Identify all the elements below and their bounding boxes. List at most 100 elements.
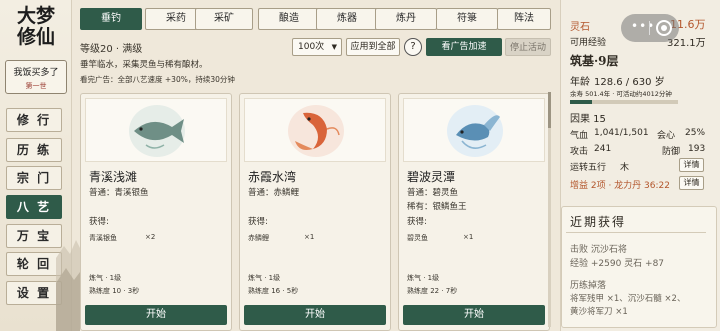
more-icon[interactable]: •••	[631, 19, 655, 33]
tab-mining[interactable]: 采矿	[195, 8, 253, 30]
recent-line-2: 经验 +2590 灵石 +87	[570, 259, 665, 269]
recent-line-4: 将军残甲 ×1、沉沙石髓 ×2、	[570, 294, 686, 304]
atk-value: 241	[594, 144, 612, 154]
card-proficiency: 熟练度 16 · 5秒	[248, 287, 299, 295]
card-gain-item: 碧灵鱼	[407, 234, 428, 242]
qi-value: 1,041/1,501	[594, 128, 649, 138]
card-req-level: 炼气 · 1级	[248, 274, 281, 282]
card-gain-qty: ×1	[304, 233, 315, 241]
card-gain-label: 获得:	[89, 217, 109, 227]
card-image	[244, 98, 386, 162]
help-icon[interactable]: ?	[404, 38, 422, 56]
card-proficiency: 熟练度 10 · 3秒	[89, 287, 140, 295]
card-normal-catch: 普通：赤鳞鲤	[248, 188, 300, 198]
scrollbar-thumb[interactable]	[548, 92, 551, 128]
life-progress-fill	[570, 100, 592, 104]
sidebar-item-sect[interactable]: 宗 门	[6, 166, 62, 190]
stop-activity-button[interactable]: 停止活动	[505, 38, 551, 56]
card-gain-label: 获得:	[407, 217, 427, 227]
mountain-decoration	[56, 240, 80, 331]
card-title: 碧波灵潭	[407, 170, 456, 184]
app-logo: 大梦 修仙	[6, 6, 66, 54]
divider	[566, 232, 706, 233]
recent-line-3: 历练掉落	[570, 281, 607, 291]
atk-label: 攻击	[570, 147, 589, 157]
sidebar-item-reincarnation[interactable]: 轮 回	[6, 252, 62, 276]
card-normal-catch: 普通：碧灵鱼	[407, 188, 459, 198]
card-rare-catch: 稀有：银鳞鱼王	[407, 202, 467, 212]
qi-label: 气血	[570, 131, 589, 141]
count-select[interactable]: 100次 ▼	[292, 38, 342, 56]
buff-detail-button[interactable]: 详情	[679, 176, 704, 190]
life-progress-bar	[570, 100, 678, 104]
def-label: 防御	[662, 147, 681, 157]
age-value: 128.6 / 630 岁	[594, 77, 665, 88]
watch-ad-button[interactable]: 看广告加速	[426, 38, 502, 56]
fishing-card-chixia: 赤霞水湾 普通：赤鳞鲤 获得: 赤鳞鲤 ×1 炼气 · 1级 熟练度 16 · …	[239, 93, 391, 331]
tab-talisman[interactable]: 符箓	[436, 8, 498, 30]
sidebar-item-settings[interactable]: 设 置	[6, 281, 62, 305]
sidebar-item-treasure[interactable]: 万 宝	[6, 224, 62, 248]
scrollbar[interactable]	[548, 92, 551, 327]
card-normal-catch: 普通：青溪银鱼	[89, 188, 149, 198]
tab-forging[interactable]: 炼器	[316, 8, 378, 30]
crit-value: 25%	[685, 128, 706, 138]
card-gain-label: 获得:	[248, 217, 268, 227]
tab-fishing[interactable]: 垂钓	[80, 8, 142, 30]
card-gain-item: 青溪银鱼	[89, 234, 117, 242]
recent-line-1: 击败 沉沙石将	[570, 245, 627, 255]
miniprogram-capsule[interactable]: •••	[621, 14, 679, 42]
age-label: 年龄	[570, 77, 590, 88]
recent-gains-title: 近期获得	[570, 215, 627, 229]
blue-fish-icon	[447, 105, 503, 157]
world-label: 第一世	[25, 82, 47, 90]
start-button[interactable]: 开始	[244, 305, 386, 325]
skill-description: 垂竿临水，采集灵鱼与稀有酿材。	[80, 60, 208, 70]
count-select-value: 100次	[298, 42, 325, 52]
card-image	[85, 98, 227, 162]
tab-brewing[interactable]: 酿造	[258, 8, 320, 30]
life-note: 余寿 501.4年 · 可活动约4012分钟	[570, 90, 672, 98]
element-value: 木	[620, 163, 630, 173]
logo-line-2: 修仙	[16, 26, 55, 48]
crit-label: 会心	[657, 131, 676, 141]
card-title: 赤霞水湾	[248, 170, 297, 184]
card-gain-qty: ×2	[145, 233, 156, 241]
ad-note: 看完广告：全部八艺速度 +30%，持续30分钟	[80, 75, 235, 84]
element-detail-button[interactable]: 详情	[679, 158, 704, 172]
tab-formation[interactable]: 阵法	[497, 8, 551, 30]
sidebar-item-adventure[interactable]: 历 练	[6, 138, 62, 162]
sidebar-item-cultivate[interactable]: 修 行	[6, 108, 62, 132]
realm-title: 筑基·9层	[570, 54, 619, 68]
card-req-level: 炼气 · 1级	[89, 274, 122, 282]
card-image	[403, 98, 545, 162]
element-label: 运转五行	[570, 163, 607, 173]
card-gain-item: 赤鳞鲤	[248, 234, 269, 242]
start-button[interactable]: 开始	[85, 305, 227, 325]
silver-fish-icon	[129, 105, 185, 157]
carp-icon	[288, 105, 344, 157]
left-sidebar: 大梦 修仙 我饭买多了 第一世 修 行 历 练 宗 门 八 艺 万 宝 轮 回 …	[0, 0, 80, 331]
fishing-card-bibo: 碧波灵潭 普通：碧灵鱼 稀有：银鳞鱼王 获得: 碧灵鱼 ×1 炼气 · 1级 熟…	[398, 93, 550, 331]
sidebar-item-arts[interactable]: 八 艺	[6, 195, 62, 219]
fishing-card-qingxi: 青溪浅滩 普通：青溪银鱼 获得: 青溪银鱼 ×2 炼气 · 1级 熟练度 10 …	[80, 93, 232, 331]
card-proficiency: 熟练度 22 · 7秒	[407, 287, 458, 295]
close-capsule-icon[interactable]	[656, 20, 672, 36]
logo-line-1: 大梦	[16, 5, 55, 27]
karma: 因果 15	[570, 114, 606, 125]
card-title: 青溪浅滩	[89, 170, 138, 184]
recent-line-5: 黄沙将军刀 ×1	[570, 307, 628, 317]
def-value: 193	[688, 144, 706, 154]
card-gain-qty: ×1	[463, 233, 474, 241]
user-profile-button[interactable]: 我饭买多了 第一世	[5, 60, 67, 94]
start-button[interactable]: 开始	[403, 305, 545, 325]
exp-label: 可用经验	[570, 38, 607, 48]
spirit-stone-label: 灵石	[570, 22, 590, 33]
apply-all-button[interactable]: 应用到全部	[346, 38, 400, 56]
user-name: 我饭买多了	[13, 68, 59, 78]
skill-level: 等级20 · 满级	[80, 44, 143, 55]
tab-alchemy[interactable]: 炼丹	[375, 8, 437, 30]
card-req-level: 炼气 · 1级	[407, 274, 440, 282]
chevron-down-icon: ▼	[331, 43, 337, 51]
buff-summary: 增益 2项 · 龙力丹 36:22	[570, 181, 670, 191]
